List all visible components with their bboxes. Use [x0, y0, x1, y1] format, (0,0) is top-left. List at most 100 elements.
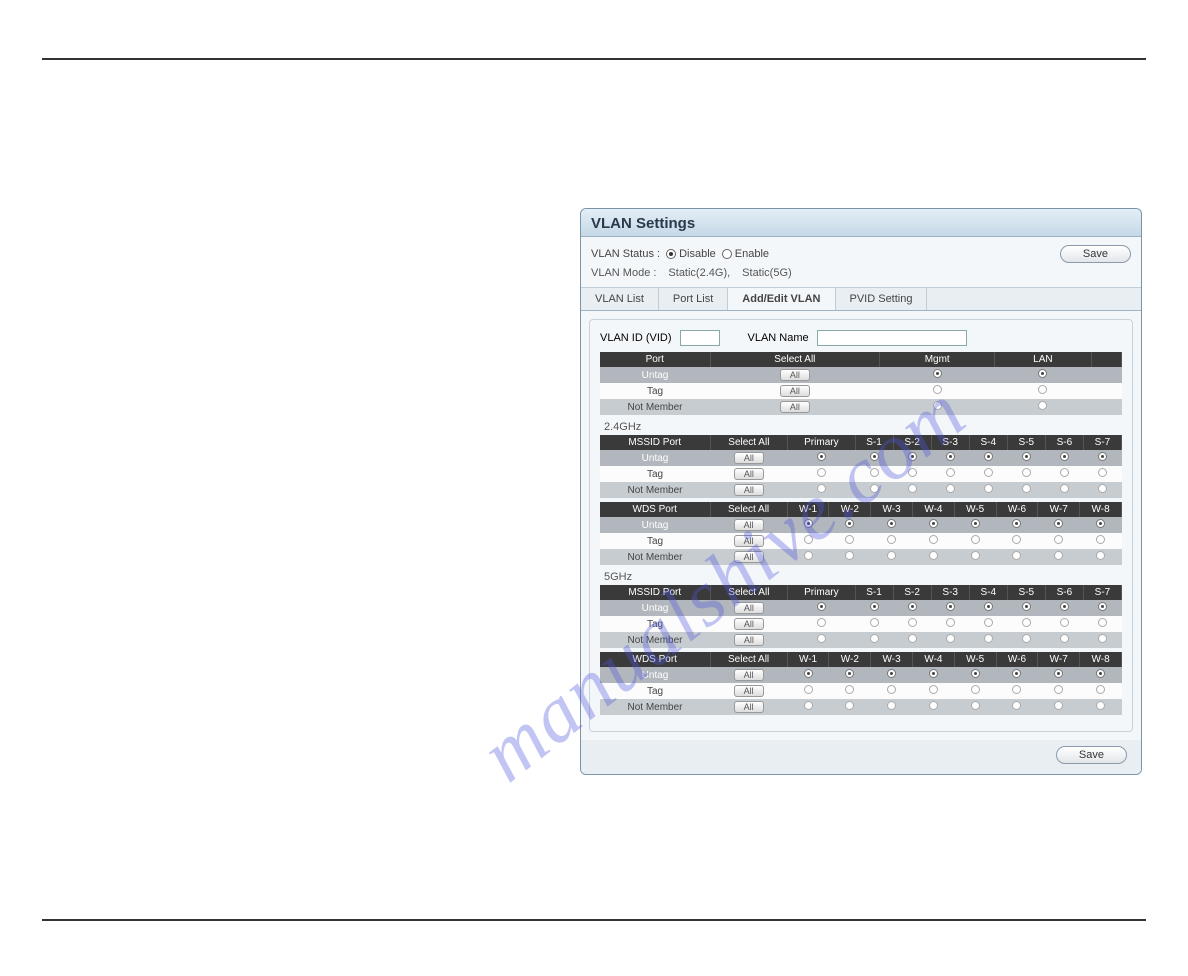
radio[interactable]: [984, 602, 993, 611]
radio[interactable]: [1012, 519, 1021, 528]
radio[interactable]: [971, 535, 980, 544]
radio[interactable]: [933, 385, 942, 394]
radio[interactable]: [1022, 602, 1031, 611]
radio[interactable]: [817, 618, 826, 627]
radio[interactable]: [1060, 634, 1069, 643]
radio[interactable]: [1012, 551, 1021, 560]
all-button[interactable]: All: [734, 452, 764, 464]
radio[interactable]: [1054, 519, 1063, 528]
radio[interactable]: [804, 685, 813, 694]
radio[interactable]: [1022, 634, 1031, 643]
radio[interactable]: [1012, 669, 1021, 678]
radio[interactable]: [1054, 551, 1063, 560]
radio[interactable]: [870, 452, 879, 461]
radio[interactable]: [887, 551, 896, 560]
radio[interactable]: [1096, 535, 1105, 544]
radio[interactable]: [1096, 701, 1105, 710]
radio[interactable]: [984, 634, 993, 643]
radio[interactable]: [870, 484, 879, 493]
all-button[interactable]: All: [734, 634, 764, 646]
radio[interactable]: [1012, 701, 1021, 710]
all-button[interactable]: All: [734, 701, 764, 713]
radio[interactable]: [1038, 401, 1047, 410]
radio[interactable]: [1098, 468, 1107, 477]
radio[interactable]: [908, 452, 917, 461]
radio[interactable]: [845, 535, 854, 544]
tab-add-edit-vlan[interactable]: Add/Edit VLAN: [728, 288, 835, 310]
radio-disable[interactable]: Disable: [666, 248, 716, 260]
radio[interactable]: [1022, 452, 1031, 461]
radio[interactable]: [908, 602, 917, 611]
vlan-id-input[interactable]: [680, 330, 720, 346]
radio[interactable]: [933, 369, 942, 378]
radio[interactable]: [1098, 602, 1107, 611]
radio[interactable]: [971, 519, 980, 528]
radio[interactable]: [845, 685, 854, 694]
radio[interactable]: [804, 669, 813, 678]
save-button-bottom[interactable]: Save: [1056, 746, 1127, 764]
radio[interactable]: [933, 401, 942, 410]
radio[interactable]: [929, 535, 938, 544]
radio[interactable]: [845, 551, 854, 560]
radio[interactable]: [929, 519, 938, 528]
radio[interactable]: [946, 602, 955, 611]
radio[interactable]: [817, 602, 826, 611]
radio[interactable]: [817, 452, 826, 461]
radio[interactable]: [887, 701, 896, 710]
radio[interactable]: [870, 634, 879, 643]
radio[interactable]: [984, 618, 993, 627]
radio[interactable]: [804, 701, 813, 710]
radio[interactable]: [804, 535, 813, 544]
tab-vlan-list[interactable]: VLAN List: [581, 288, 659, 310]
all-button[interactable]: All: [780, 385, 810, 397]
all-button[interactable]: All: [780, 369, 810, 381]
all-button[interactable]: All: [734, 602, 764, 614]
radio[interactable]: [1038, 369, 1047, 378]
radio[interactable]: [946, 452, 955, 461]
radio[interactable]: [984, 484, 993, 493]
all-button[interactable]: All: [734, 535, 764, 547]
radio[interactable]: [1012, 685, 1021, 694]
radio[interactable]: [1054, 535, 1063, 544]
tab-port-list[interactable]: Port List: [659, 288, 728, 310]
all-button[interactable]: All: [734, 685, 764, 697]
radio[interactable]: [1060, 602, 1069, 611]
radio[interactable]: [887, 685, 896, 694]
radio[interactable]: [929, 701, 938, 710]
radio[interactable]: [908, 618, 917, 627]
all-button[interactable]: All: [734, 618, 764, 630]
radio[interactable]: [946, 618, 955, 627]
all-button[interactable]: All: [734, 551, 764, 563]
radio-enable[interactable]: Enable: [722, 248, 769, 260]
radio[interactable]: [1098, 452, 1107, 461]
radio[interactable]: [1096, 519, 1105, 528]
radio[interactable]: [908, 634, 917, 643]
radio[interactable]: [887, 519, 896, 528]
radio[interactable]: [929, 685, 938, 694]
radio[interactable]: [1096, 685, 1105, 694]
all-button[interactable]: All: [734, 468, 764, 480]
radio[interactable]: [971, 551, 980, 560]
radio[interactable]: [845, 519, 854, 528]
radio[interactable]: [870, 468, 879, 477]
tab-pvid-setting[interactable]: PVID Setting: [836, 288, 928, 310]
all-button[interactable]: All: [734, 484, 764, 496]
radio[interactable]: [908, 484, 917, 493]
radio[interactable]: [946, 468, 955, 477]
radio[interactable]: [984, 452, 993, 461]
radio[interactable]: [946, 484, 955, 493]
radio[interactable]: [1022, 618, 1031, 627]
radio[interactable]: [1060, 468, 1069, 477]
radio[interactable]: [1022, 468, 1031, 477]
radio[interactable]: [845, 701, 854, 710]
radio[interactable]: [1038, 385, 1047, 394]
all-button[interactable]: All: [734, 519, 764, 531]
radio[interactable]: [804, 519, 813, 528]
radio[interactable]: [1060, 452, 1069, 461]
radio[interactable]: [887, 535, 896, 544]
radio[interactable]: [1098, 634, 1107, 643]
radio[interactable]: [1098, 618, 1107, 627]
radio[interactable]: [817, 468, 826, 477]
radio[interactable]: [971, 669, 980, 678]
radio[interactable]: [870, 602, 879, 611]
